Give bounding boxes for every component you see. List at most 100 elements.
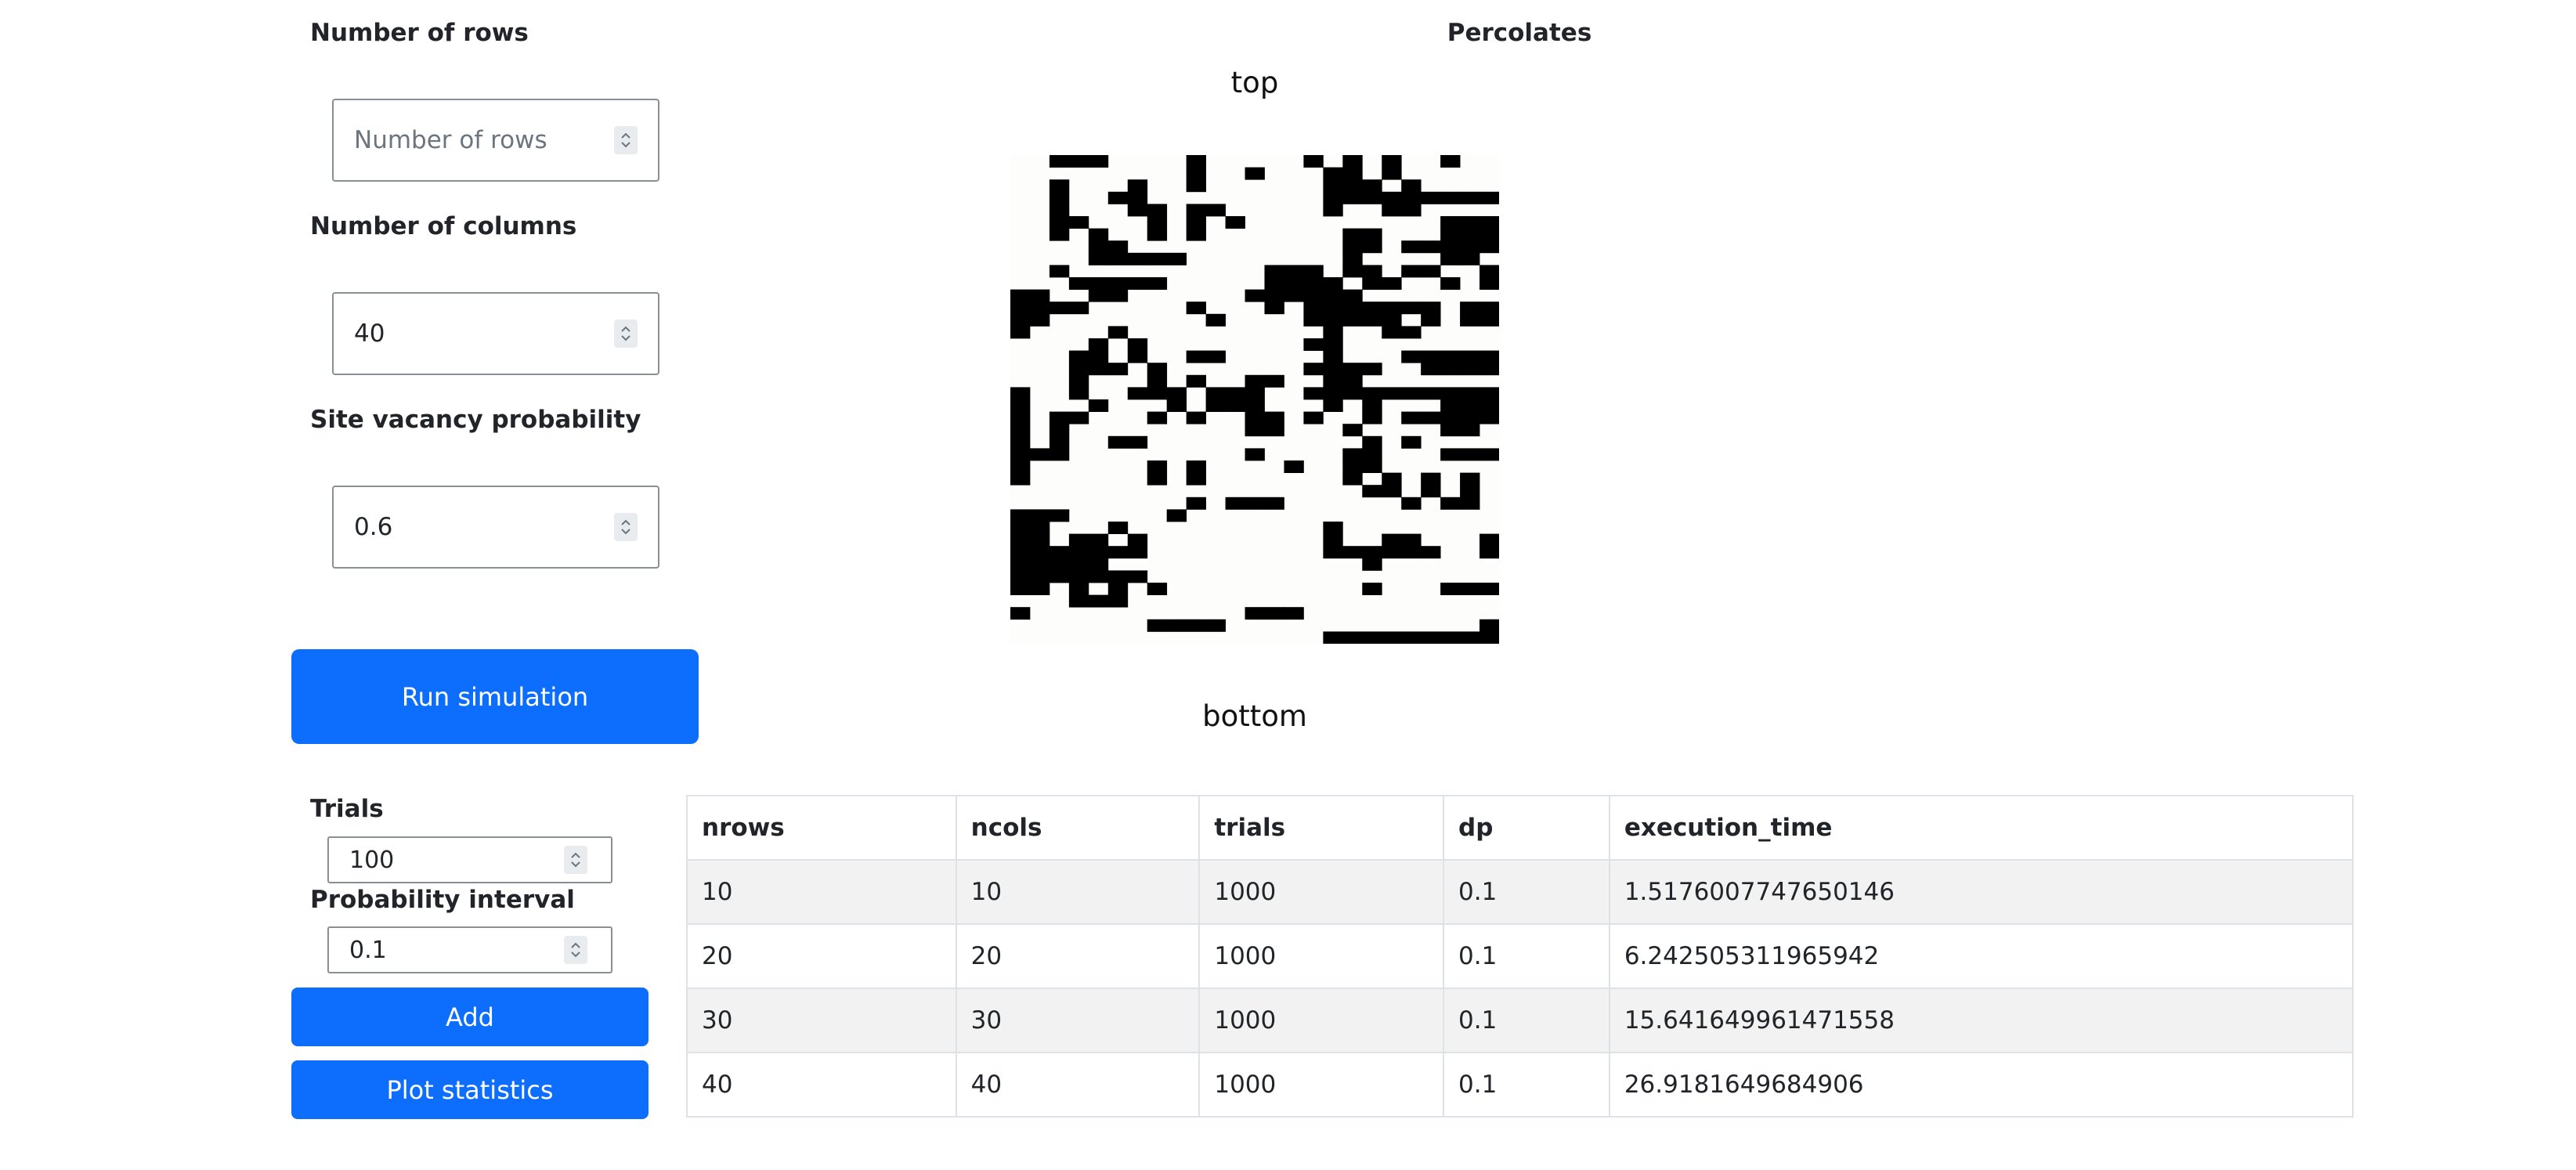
interval-input[interactable]: 0.1 [327, 926, 612, 973]
rows-label: Number of rows [310, 19, 529, 47]
lattice-site-blocked [1147, 277, 1168, 290]
lattice-site-blocked [1303, 155, 1324, 168]
lattice-site-blocked [1088, 228, 1109, 241]
lattice-bottom-label: bottom [1202, 699, 1307, 733]
lattice-site-blocked [1264, 497, 1284, 510]
lattice-site-blocked [1362, 363, 1382, 376]
lattice-site-blocked [1010, 472, 1031, 486]
lattice-site-blocked [1029, 448, 1050, 461]
vacancy-spinner-icon[interactable] [614, 513, 638, 541]
interval-spinner-icon[interactable] [564, 936, 587, 964]
lattice-site-blocked [1147, 363, 1168, 376]
lattice-site-blocked [1479, 216, 1499, 229]
vacancy-input[interactable]: 0.6 [332, 486, 659, 569]
lattice-site-blocked [1147, 216, 1168, 229]
lattice-site-blocked [1401, 191, 1422, 204]
lattice-site-blocked [1382, 546, 1402, 559]
lattice-site-blocked [1323, 167, 1343, 180]
lattice-site-blocked [1088, 252, 1109, 265]
table-row: 20 20 1000 0.1 6.242505311965942 [686, 923, 2354, 989]
lattice-site-blocked [1342, 424, 1363, 437]
lattice-site-blocked [1245, 374, 1265, 388]
plot-statistics-button[interactable]: Plot statistics [291, 1060, 649, 1119]
lattice-site-blocked [1147, 619, 1168, 632]
lattice-site-blocked [1029, 533, 1050, 547]
lattice-site-blocked [1460, 313, 1480, 327]
lattice-site-blocked [1323, 302, 1343, 315]
lattice-site-blocked [1479, 350, 1499, 363]
lattice-site-blocked [1107, 363, 1129, 376]
lattice-site-blocked [1460, 240, 1480, 254]
lattice-site-blocked [1186, 155, 1206, 168]
cols-spinner-icon[interactable] [614, 320, 638, 348]
lattice-site-blocked [1323, 546, 1343, 559]
lattice-site-blocked [1440, 411, 1461, 424]
lattice-site-blocked [1107, 522, 1129, 534]
rows-spinner-icon[interactable] [614, 126, 638, 154]
lattice-site-blocked [1068, 374, 1089, 388]
lattice-site-blocked [1166, 399, 1187, 412]
lattice-site-blocked [1284, 460, 1304, 473]
lattice-site-blocked [1323, 179, 1343, 193]
lattice-site-blocked [1440, 399, 1461, 412]
lattice-site-blocked [1479, 533, 1499, 547]
lattice-site-blocked [1088, 277, 1109, 290]
lattice-site-blocked [1342, 228, 1363, 241]
lattice-site-blocked [1440, 155, 1461, 168]
lattice-site-blocked [1303, 277, 1324, 290]
lattice-site-blocked [1362, 277, 1382, 290]
lattice-site-blocked [1010, 399, 1031, 412]
lattice-site-blocked [1088, 289, 1109, 302]
lattice-site-blocked [1186, 460, 1206, 473]
lattice-site-blocked [1421, 485, 1441, 498]
lattice-site-blocked [1049, 228, 1070, 241]
lattice-site-blocked [1362, 387, 1382, 400]
lattice-site-blocked [1186, 204, 1206, 217]
lattice-site-blocked [1107, 289, 1129, 302]
lattice-site-blocked [1342, 252, 1363, 265]
lattice-site-blocked [1479, 583, 1499, 595]
lattice-site-blocked [1049, 424, 1070, 437]
rows-input[interactable]: Number of rows [332, 99, 659, 182]
lattice-site-blocked [1460, 448, 1480, 461]
lattice-site-blocked [1342, 289, 1363, 302]
lattice-site-blocked [1362, 546, 1382, 559]
lattice-site-blocked [1107, 546, 1129, 559]
lattice-site-blocked [1068, 558, 1089, 571]
lattice-site-blocked [1323, 533, 1343, 547]
lattice-site-blocked [1029, 558, 1050, 571]
lattice-site-blocked [1440, 252, 1461, 265]
lattice-site-blocked [1186, 302, 1206, 315]
lattice-site-blocked [1362, 411, 1382, 424]
column-header-nrows: nrows [686, 795, 957, 861]
lattice-site-blocked [1479, 313, 1499, 327]
run-simulation-button[interactable]: Run simulation [291, 649, 699, 744]
lattice-site-blocked [1088, 363, 1109, 376]
lattice-site-blocked [1068, 411, 1089, 424]
table-cell: 30 [686, 988, 957, 1053]
lattice-site-blocked [1460, 424, 1480, 437]
lattice-site-blocked [1068, 570, 1089, 583]
lattice-site-blocked [1303, 302, 1324, 315]
lattice-site-blocked [1127, 277, 1148, 290]
table-cell: 15.641649961471558 [1608, 988, 2354, 1053]
trials-spinner-icon[interactable] [564, 846, 587, 874]
table-cell: 1.5176007747650146 [1608, 859, 2354, 925]
lattice-site-blocked [1127, 546, 1148, 559]
lattice-site-blocked [1205, 399, 1226, 412]
lattice-site-blocked [1323, 326, 1343, 339]
lattice-site-blocked [1342, 374, 1363, 388]
lattice-site-blocked [1479, 619, 1499, 632]
lattice-site-blocked [1362, 460, 1382, 473]
add-button[interactable]: Add [291, 988, 649, 1046]
lattice-site-blocked [1323, 522, 1343, 534]
cols-input[interactable]: 40 [332, 292, 659, 375]
lattice-site-blocked [1205, 313, 1226, 327]
lattice-site-blocked [1303, 387, 1324, 400]
column-header-trials: trials [1198, 795, 1445, 861]
trials-input[interactable]: 100 [327, 836, 612, 883]
lattice-site-blocked [1401, 533, 1422, 547]
lattice-site-blocked [1382, 313, 1402, 327]
lattice-site-blocked [1010, 302, 1031, 315]
lattice-site-blocked [1401, 240, 1422, 254]
